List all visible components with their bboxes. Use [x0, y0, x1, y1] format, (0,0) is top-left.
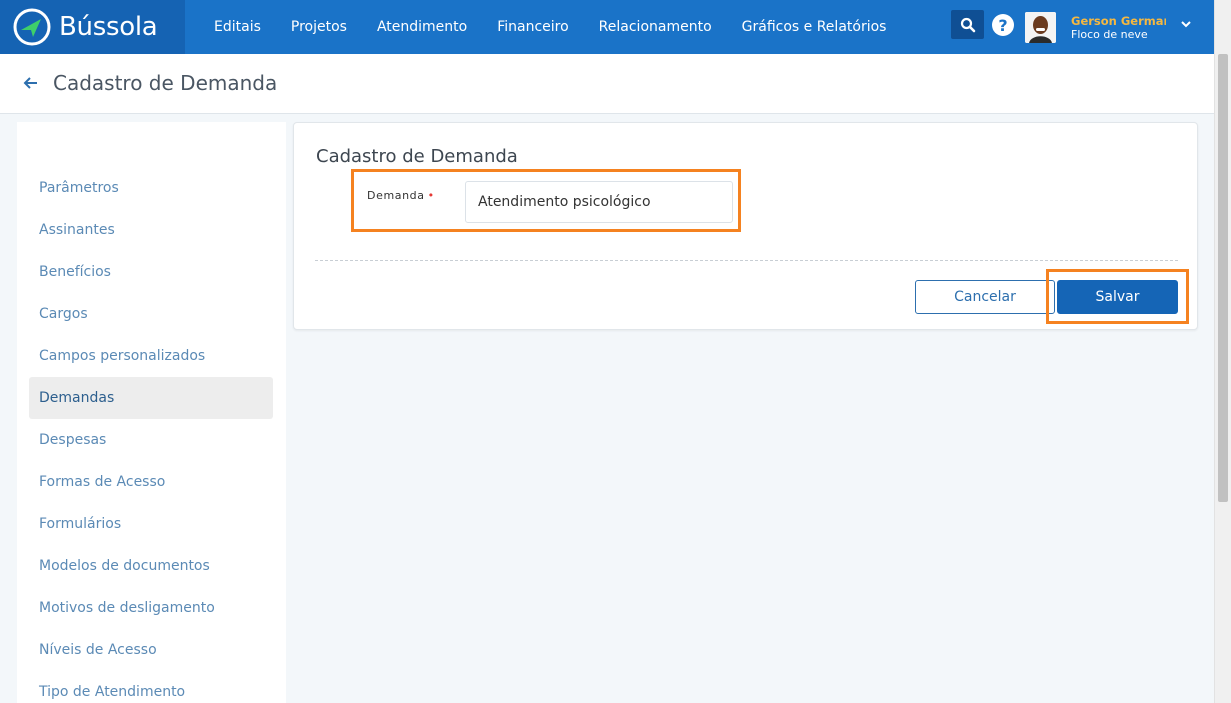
form-divider: [315, 260, 1178, 261]
settings-sidebar: Parâmetros Assinantes Benefícios Cargos …: [17, 122, 286, 703]
user-subtitle: Floco de neve: [1071, 28, 1148, 41]
nav-financeiro[interactable]: Financeiro: [482, 19, 583, 35]
form-title: Cadastro de Demanda: [316, 146, 518, 167]
save-button[interactable]: Salvar: [1057, 280, 1178, 314]
nav-relacionamento[interactable]: Relacionamento: [584, 19, 727, 35]
user-photo: [1025, 12, 1056, 43]
search-button[interactable]: [951, 10, 984, 39]
help-icon[interactable]: ?: [992, 14, 1014, 36]
chevron-down-icon[interactable]: [1180, 18, 1192, 30]
demanda-label-text: Demanda: [367, 189, 425, 202]
sidebar-item-motivos-de-desligamento[interactable]: Motivos de desligamento: [29, 587, 273, 629]
sidebar-item-formas-de-acesso[interactable]: Formas de Acesso: [29, 461, 273, 503]
page-scrollbar[interactable]: [1214, 0, 1231, 703]
user-name[interactable]: Gerson German: [1071, 14, 1166, 28]
brand-logo[interactable]: Bússola: [0, 0, 185, 54]
required-marker: •: [427, 189, 435, 202]
sidebar-item-formularios[interactable]: Formulários: [29, 503, 273, 545]
page-title: Cadastro de Demanda: [53, 71, 278, 95]
search-icon: [960, 17, 975, 32]
nav-projetos[interactable]: Projetos: [276, 19, 362, 35]
nav-atendimento[interactable]: Atendimento: [362, 19, 482, 35]
sidebar-item-campos-personalizados[interactable]: Campos personalizados: [29, 335, 273, 377]
avatar[interactable]: [1025, 12, 1056, 43]
scrollbar-thumb[interactable]: [1218, 54, 1228, 502]
sidebar-item-despesas[interactable]: Despesas: [29, 419, 273, 461]
sidebar-item-parametros[interactable]: Parâmetros: [29, 167, 273, 209]
sidebar-item-cargos[interactable]: Cargos: [29, 293, 273, 335]
page-header: Cadastro de Demanda: [0, 54, 1214, 114]
sidebar-item-demandas[interactable]: Demandas: [29, 377, 273, 419]
demanda-form-card: Cadastro de Demanda Demanda• Cancelar Sa…: [293, 122, 1198, 330]
cancel-button[interactable]: Cancelar: [915, 280, 1055, 314]
brand-name: Bússola: [59, 12, 158, 42]
top-navbar: Bússola Editais Projetos Atendimento Fin…: [0, 0, 1231, 54]
sidebar-item-modelos-de-documentos[interactable]: Modelos de documentos: [29, 545, 273, 587]
sidebar-item-assinantes[interactable]: Assinantes: [29, 209, 273, 251]
back-arrow-icon[interactable]: [22, 74, 40, 92]
sidebar-item-niveis-de-acesso[interactable]: Níveis de Acesso: [29, 629, 273, 671]
nav-editais[interactable]: Editais: [199, 19, 276, 35]
sidebar-item-beneficios[interactable]: Benefícios: [29, 251, 273, 293]
nav-graficos-relatorios[interactable]: Gráficos e Relatórios: [727, 19, 902, 35]
main-nav: Editais Projetos Atendimento Financeiro …: [199, 0, 901, 54]
demanda-field-label: Demanda •: [367, 189, 435, 202]
demanda-input[interactable]: [465, 181, 733, 223]
compass-icon: [13, 8, 51, 46]
sidebar-item-tipo-de-atendimento[interactable]: Tipo de Atendimento: [29, 671, 273, 703]
